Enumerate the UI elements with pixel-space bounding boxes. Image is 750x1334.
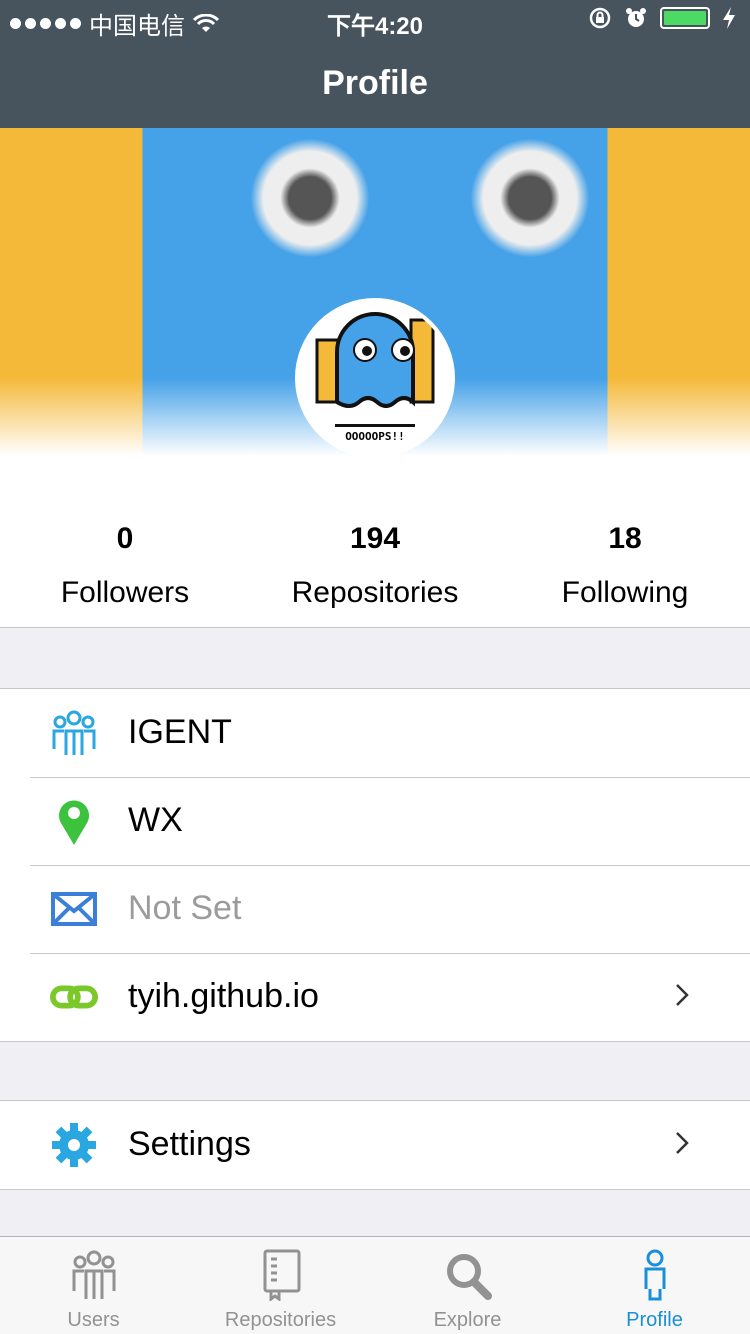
status-bar: 中国电信 下午4:20 [0, 0, 750, 40]
company-text: IGENT [128, 713, 232, 751]
chevron-right-icon [676, 984, 689, 1006]
stat-value: 194 [349, 522, 401, 555]
profile-tab-icon [644, 1249, 665, 1301]
stats-bar: 0 Followers 194 Repositories 18 Followin… [0, 508, 750, 628]
info-row-email: Not Set [0, 865, 750, 953]
page-title: Profile [322, 64, 428, 102]
email-text: Not Set [128, 889, 242, 927]
battery-icon [660, 7, 710, 29]
settings-row[interactable]: Settings [0, 1101, 750, 1189]
users-tab-icon [72, 1250, 115, 1299]
stat-label: Following [561, 576, 689, 609]
nav-bar: Profile [0, 40, 750, 128]
tab-bar: Users Repositories Explore Profile [0, 1236, 750, 1334]
avatar[interactable]: OOOOOPS!! [295, 298, 455, 458]
stat-followers[interactable]: 0 Followers [0, 508, 250, 610]
info-row-company: IGENT [0, 689, 750, 777]
alarm-icon [626, 8, 646, 27]
blur-eye-left [250, 138, 370, 258]
stat-value: 0 [116, 522, 134, 555]
tab-profile[interactable]: Profile [561, 1237, 748, 1334]
gear-icon [50, 1121, 98, 1169]
blur-eye-right [470, 138, 590, 258]
stat-following[interactable]: 18 Following [500, 508, 750, 610]
tab-repositories[interactable]: Repositories [187, 1237, 374, 1334]
chevron-right-icon [676, 1132, 689, 1154]
tab-label: Profile [626, 1309, 683, 1331]
profile-info-group: IGENT WX Not Set tyih.github.io [0, 688, 750, 1042]
tab-label: Users [67, 1309, 120, 1331]
location-pin-icon [50, 797, 98, 845]
tab-explore[interactable]: Explore [374, 1237, 561, 1334]
book-tab-icon [263, 1249, 300, 1301]
mail-icon [50, 885, 98, 933]
battery-fill [664, 11, 706, 25]
blog-link-text[interactable]: tyih.github.io [128, 977, 319, 1016]
rotation-lock-icon [589, 7, 611, 29]
settings-label: Settings [128, 1125, 251, 1163]
info-row-blog[interactable]: tyih.github.io [0, 953, 750, 1041]
tab-users[interactable]: Users [0, 1237, 187, 1334]
charging-bolt-icon [723, 7, 735, 29]
location-text: WX [128, 801, 183, 839]
stat-repositories[interactable]: 194 Repositories [250, 508, 500, 610]
stat-value: 18 [608, 522, 642, 555]
avatar-caption: OOOOOPS!! [345, 430, 405, 443]
search-tab-icon [446, 1254, 492, 1300]
people-icon [50, 709, 98, 757]
tab-label: Repositories [224, 1309, 337, 1331]
stat-label: Repositories [291, 576, 459, 609]
status-right [588, 6, 736, 30]
info-row-location: WX [0, 777, 750, 865]
link-icon [50, 973, 98, 1021]
tab-label: Explore [433, 1309, 502, 1331]
settings-group: Settings [0, 1100, 750, 1190]
stat-label: Followers [60, 576, 190, 609]
